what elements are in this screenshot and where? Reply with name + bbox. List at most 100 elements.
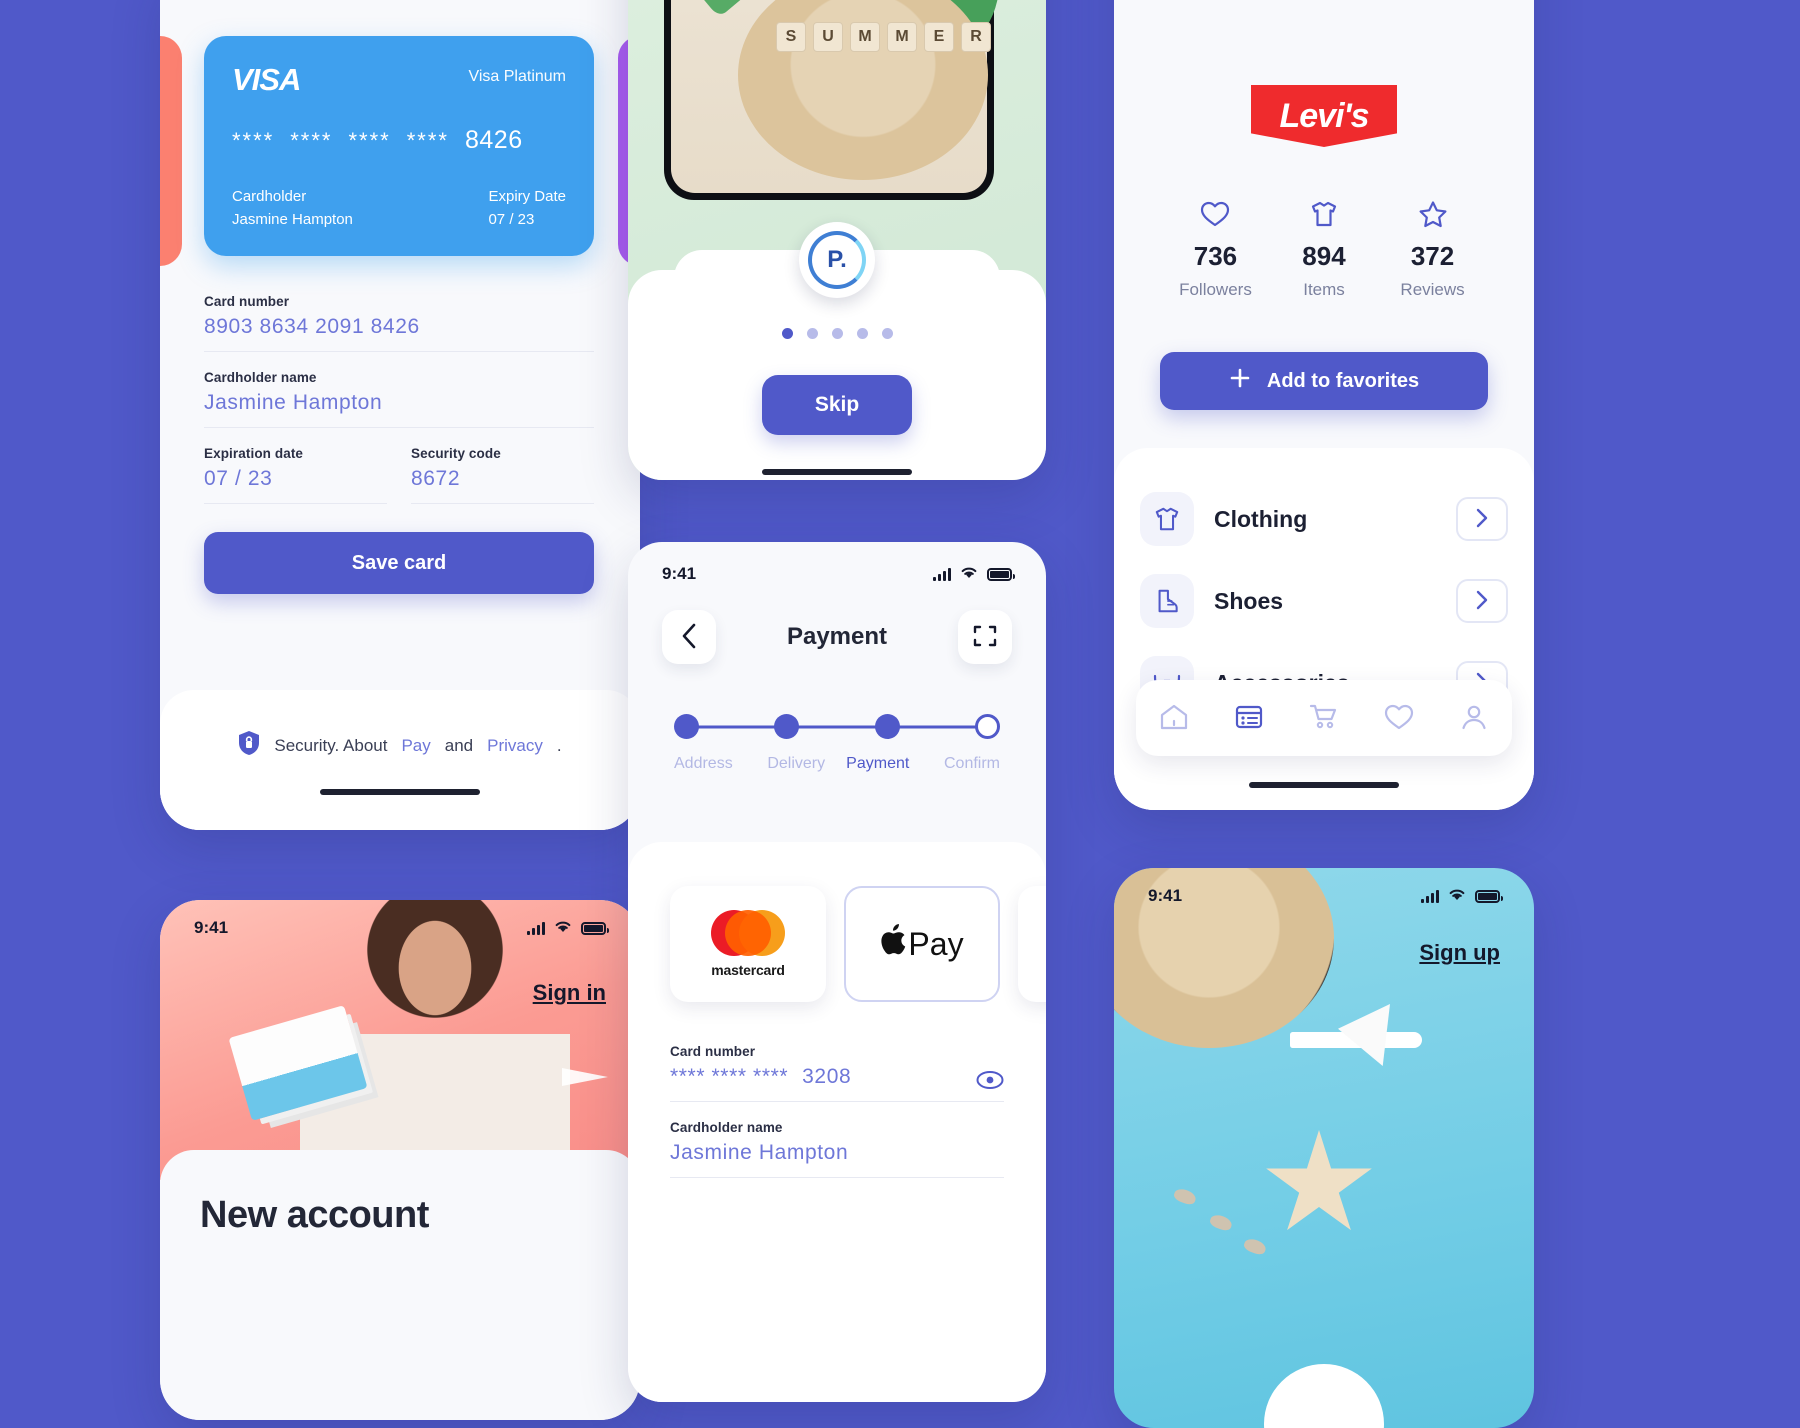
security-text-after: . — [556, 735, 562, 755]
toggle-card-visibility-button[interactable] — [976, 1070, 1004, 1093]
category-list-sheet: Clothing Shoes — [1114, 448, 1534, 810]
cardholder-name-input[interactable]: Jasmine Hampton — [204, 391, 594, 415]
payment-method-mastercard[interactable]: mastercard — [670, 886, 826, 1002]
chevron-right-icon — [1476, 508, 1488, 531]
add-to-favorites-button[interactable]: Add to favorites — [1160, 352, 1488, 410]
sign-up-link[interactable]: Sign up — [1419, 940, 1500, 966]
security-note: Security. About Pay and Privacy. — [238, 730, 562, 761]
letter-tile: U — [813, 22, 843, 52]
stat-followers[interactable]: 736 Followers — [1162, 200, 1269, 300]
pagination-dot[interactable] — [881, 328, 893, 339]
status-bar: 9:41 — [1114, 886, 1534, 906]
category-row-clothing[interactable]: Clothing — [1140, 478, 1508, 560]
step-label-payment: Payment — [846, 755, 910, 772]
payment-cardholder-input[interactable]: Jasmine Hampton — [670, 1141, 1004, 1165]
stat-items[interactable]: 894 Items — [1271, 200, 1378, 300]
tab-home[interactable] — [1159, 703, 1189, 734]
onboarding-sheet: Skip — [628, 270, 1046, 480]
tab-cart[interactable] — [1309, 703, 1339, 734]
sign-in-link[interactable]: Sign in — [533, 980, 606, 1006]
visa-credit-card[interactable]: VISA Visa Platinum **** **** **** **** 8… — [204, 36, 594, 256]
pay-link[interactable]: Pay — [401, 736, 430, 756]
step-label-address: Address — [674, 755, 733, 772]
visa-logo: VISA — [232, 62, 301, 97]
hero-starfish — [1266, 1130, 1372, 1231]
status-time: 9:41 — [1148, 886, 1183, 905]
payment-cardholder-label: Cardholder name — [670, 1120, 783, 1135]
floating-action-circle[interactable] — [1264, 1364, 1384, 1428]
status-time: 9:41 — [194, 918, 229, 937]
pagination-dot[interactable] — [781, 328, 793, 339]
pagination-dot[interactable] — [831, 328, 843, 339]
category-open-clothing-button[interactable] — [1456, 497, 1508, 541]
wifi-icon — [1447, 886, 1467, 906]
security-code-label: Security code — [411, 446, 501, 461]
stat-items-value: 894 — [1302, 241, 1346, 271]
hero-toy-plane — [1290, 1004, 1430, 1070]
pagination-dot[interactable] — [856, 328, 868, 339]
payment-card-number-field[interactable]: Card number **** **** **** 3208 — [670, 1040, 1004, 1102]
cart-icon — [1309, 704, 1339, 734]
category-open-shoes-button[interactable] — [1456, 579, 1508, 623]
tab-profile[interactable] — [1459, 703, 1489, 734]
shield-lock-icon — [238, 730, 260, 761]
profile-icon — [1459, 705, 1489, 734]
skip-button[interactable]: Skip — [762, 375, 912, 435]
card-carousel-peek-left[interactable] — [160, 36, 182, 266]
payment-card-fields: Card number **** **** **** 3208 Cardhold… — [670, 1040, 1004, 1178]
payment-card-last4: 3208 — [802, 1065, 852, 1088]
app-badge: P. — [799, 222, 875, 298]
chevron-left-icon — [681, 623, 697, 652]
stat-reviews[interactable]: 372 Reviews — [1379, 200, 1486, 300]
chevron-right-icon — [1476, 590, 1488, 613]
payment-card-number-input[interactable]: **** **** **** 3208 — [670, 1065, 1004, 1089]
cardholder-name-field[interactable]: Cardholder name Jasmine Hampton — [204, 366, 594, 428]
visa-card-number: **** **** **** **** 8426 — [232, 126, 566, 155]
expiration-date-field[interactable]: Expiration date 07 / 23 — [204, 442, 387, 504]
scan-button[interactable] — [957, 610, 1012, 664]
onboarding-screen: S U M M E R P. Skip — [628, 0, 1046, 480]
checkout-stepper: Address Delivery Payment Confirm — [674, 714, 1000, 773]
onboarding-pagination-dots[interactable] — [781, 328, 893, 339]
levis-logo: Levi's — [1251, 85, 1397, 147]
step-dot-address[interactable] — [674, 714, 699, 739]
category-label-clothing: Clothing — [1214, 505, 1308, 532]
tab-catalog[interactable] — [1234, 703, 1264, 734]
card-number-field[interactable]: Card number 8903 8634 2091 8426 — [204, 290, 594, 352]
back-button[interactable] — [662, 610, 716, 664]
step-dot-payment[interactable] — [874, 714, 900, 739]
expiration-date-input[interactable]: 07 / 23 — [204, 467, 387, 491]
brand-profile-screen: Levi's 736 Followers 894 Items 372 Revie… — [1114, 0, 1534, 810]
step-dot-delivery[interactable] — [774, 714, 800, 739]
visa-expiry-value: 07 / 23 — [488, 211, 535, 229]
wifi-icon — [959, 564, 979, 584]
hero-shell — [1242, 1236, 1268, 1257]
visa-mask-group-3: **** — [348, 128, 391, 153]
privacy-link[interactable]: Privacy — [487, 736, 543, 756]
design-showcase-canvas: VISA Visa Platinum **** **** **** **** 8… — [0, 0, 1800, 1428]
letter-tile: R — [961, 22, 991, 52]
category-row-shoes[interactable]: Shoes — [1140, 560, 1508, 642]
payment-method-apple-pay[interactable]: Pay — [844, 886, 1000, 1002]
heart-icon — [1384, 704, 1414, 734]
payment-method-other[interactable] — [1018, 886, 1046, 1002]
apple-icon — [880, 924, 906, 964]
security-code-field[interactable]: Security code 8672 — [411, 442, 594, 504]
visa-last4: 8426 — [465, 126, 523, 154]
step-dot-confirm[interactable] — [974, 714, 1000, 739]
card-number-input[interactable]: 8903 8634 2091 8426 — [204, 315, 594, 339]
page-title: New account — [200, 1194, 429, 1236]
sign-up-screen: 9:41 Sign up — [1114, 868, 1534, 1428]
tshirt-icon — [1140, 492, 1194, 546]
summer-letter-tiles: S U M M E R — [776, 22, 991, 52]
boot-icon — [1140, 574, 1194, 628]
letter-tile: M — [887, 22, 917, 52]
payment-method-sheet: mastercard Pay Card number **** **** ***… — [628, 842, 1046, 1402]
save-card-button[interactable]: Save card — [204, 532, 594, 594]
hero-plane — [562, 1068, 608, 1086]
security-code-input[interactable]: 8672 — [411, 467, 594, 491]
pagination-dot[interactable] — [806, 328, 818, 339]
payment-cardholder-name-field[interactable]: Cardholder name Jasmine Hampton — [670, 1116, 1004, 1178]
tab-favorites[interactable] — [1384, 703, 1414, 734]
letter-tile: E — [924, 22, 954, 52]
